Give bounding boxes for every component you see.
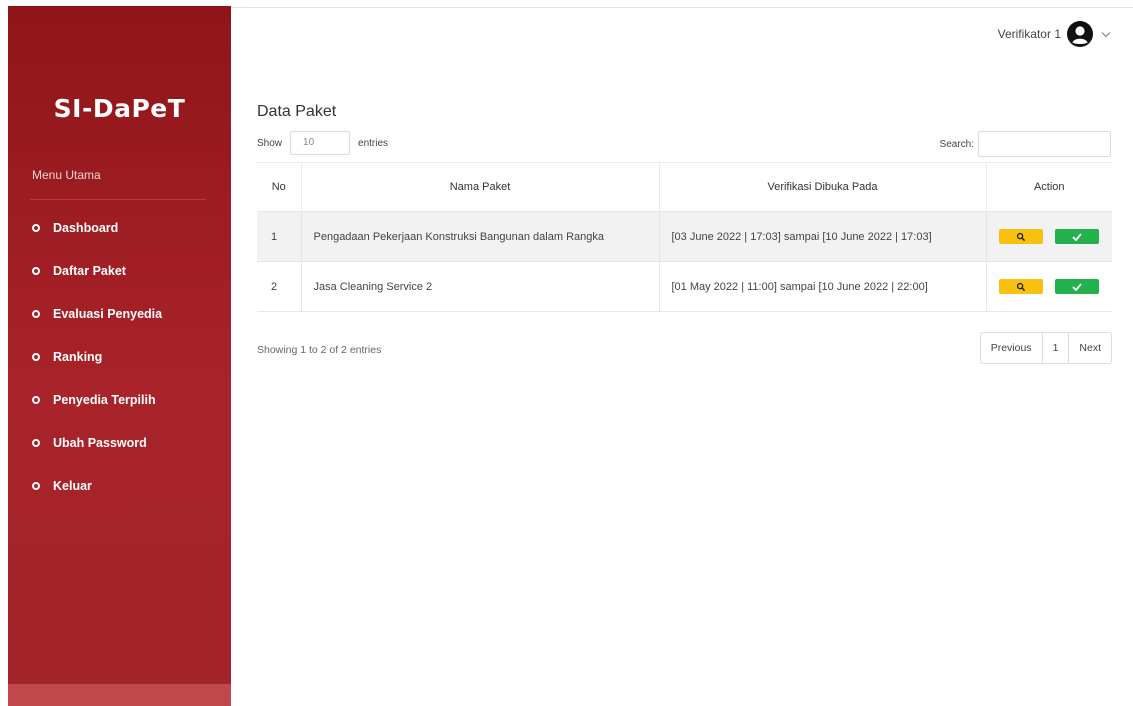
- view-button[interactable]: [999, 279, 1044, 294]
- view-button[interactable]: [999, 229, 1044, 244]
- user-circle-icon: [1067, 21, 1093, 47]
- table-row: 2 Jasa Cleaning Service 2 [01 May 2022 |…: [257, 261, 1112, 312]
- sidebar-item-evaluasi-penyedia[interactable]: Evaluasi Penyedia: [32, 292, 162, 335]
- user-name: Verifikator 1: [997, 27, 1061, 41]
- column-header-verifikasi[interactable]: Verifikasi Dibuka Pada: [658, 162, 986, 212]
- approve-button[interactable]: [1055, 279, 1100, 294]
- cell-verifikasi: [03 June 2022 | 17:03] sampai [10 June 2…: [658, 211, 986, 262]
- sidebar-item-dashboard[interactable]: Dashboard: [32, 206, 162, 249]
- entries-length-select[interactable]: 10: [290, 131, 351, 155]
- check-icon: [1072, 282, 1082, 291]
- show-entries-control: Show 10 entries: [257, 131, 388, 155]
- circle-bullet-icon: [32, 223, 40, 232]
- sidebar-item-penyedia-terpilih[interactable]: Penyedia Terpilih: [32, 378, 162, 421]
- search-icon: [1017, 232, 1026, 241]
- sidebar-item-label: Penyedia Terpilih: [53, 392, 156, 407]
- brand-logo[interactable]: SI-DaPeT: [8, 94, 231, 123]
- check-icon: [1072, 232, 1082, 241]
- entries-label: entries: [358, 137, 389, 149]
- sidebar-item-keluar[interactable]: Keluar: [32, 464, 162, 507]
- circle-bullet-icon: [32, 309, 40, 318]
- cell-no: 1: [257, 211, 301, 262]
- circle-bullet-icon: [32, 352, 40, 361]
- page-title: Data Paket: [257, 103, 337, 120]
- search-input[interactable]: [978, 131, 1111, 157]
- menu-section-title: Menu Utama: [32, 168, 101, 182]
- sidebar-item-label: Dashboard: [53, 220, 119, 235]
- sidebar-item-label: Ranking: [53, 349, 103, 364]
- chevron-down-icon: [1101, 31, 1111, 37]
- sidebar-item-ranking[interactable]: Ranking: [32, 335, 162, 378]
- cell-verifikasi: [01 May 2022 | 11:00] sampai [10 June 20…: [658, 261, 986, 312]
- column-header-action[interactable]: Action: [985, 162, 1112, 212]
- circle-bullet-icon: [32, 438, 40, 447]
- table-info: Showing 1 to 2 of 2 entries: [257, 344, 382, 356]
- pagination: Previous 1 Next: [979, 332, 1112, 364]
- page-number-button[interactable]: 1: [1041, 333, 1069, 363]
- menu-divider: [30, 199, 206, 200]
- sidebar-menu: Dashboard Daftar Paket Evaluasi Penyedia…: [32, 206, 162, 507]
- search-label: Search:: [939, 138, 974, 150]
- cell-action: [985, 211, 1112, 262]
- sidebar-item-label: Ubah Password: [53, 435, 147, 450]
- cell-nama-paket: Pengadaan Pekerjaan Konstruksi Bangunan …: [300, 211, 659, 262]
- topbar-divider: [231, 7, 1133, 8]
- cell-nama-paket: Jasa Cleaning Service 2: [300, 261, 659, 312]
- sidebar-item-daftar-paket[interactable]: Daftar Paket: [32, 249, 162, 292]
- search-control: Search:: [940, 131, 1111, 157]
- column-header-nama-paket[interactable]: Nama Paket: [300, 162, 659, 212]
- sidebar: SI-DaPeT Menu Utama Dashboard Daftar Pak…: [8, 6, 231, 706]
- search-icon: [1017, 282, 1026, 291]
- sidebar-item-label: Evaluasi Penyedia: [53, 306, 163, 321]
- next-page-button[interactable]: Next: [1068, 333, 1111, 363]
- circle-bullet-icon: [32, 266, 40, 275]
- circle-bullet-icon: [32, 395, 40, 404]
- sidebar-item-label: Daftar Paket: [53, 263, 126, 278]
- table-row: 1 Pengadaan Pekerjaan Konstruksi Banguna…: [257, 211, 1112, 262]
- sidebar-footer-strip: [8, 684, 231, 706]
- circle-bullet-icon: [32, 481, 40, 490]
- cell-action: [985, 261, 1112, 312]
- paket-table: No Nama Paket Verifikasi Dibuka Pada Act…: [257, 162, 1112, 312]
- approve-button[interactable]: [1055, 229, 1100, 244]
- sidebar-item-ubah-password[interactable]: Ubah Password: [32, 421, 162, 464]
- table-header-row: No Nama Paket Verifikasi Dibuka Pada Act…: [257, 162, 1112, 212]
- show-label: Show: [257, 137, 283, 149]
- user-menu[interactable]: Verifikator 1: [998, 20, 1111, 48]
- sidebar-item-label: Keluar: [53, 478, 92, 493]
- column-header-no[interactable]: No: [257, 162, 301, 212]
- cell-no: 2: [257, 261, 301, 312]
- previous-page-button[interactable]: Previous: [981, 333, 1042, 363]
